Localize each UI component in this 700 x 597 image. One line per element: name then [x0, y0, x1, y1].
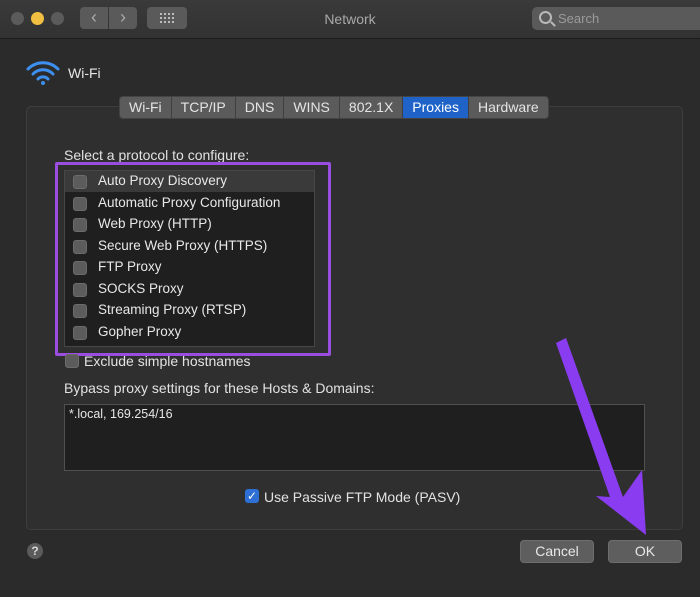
annotation-highlight-box	[55, 162, 331, 356]
tab-bar: Wi-Fi TCP/IP DNS WINS 802.1X Proxies Har…	[119, 96, 549, 119]
window-titlebar: ‹ › Network Search	[0, 0, 700, 39]
tab-hardware[interactable]: Hardware	[469, 97, 548, 118]
protocol-list-label: Select a protocol to configure:	[64, 147, 250, 163]
help-button[interactable]: ?	[27, 543, 43, 559]
tab-wins[interactable]: WINS	[284, 97, 340, 118]
ok-button[interactable]: OK	[608, 540, 682, 563]
cancel-button[interactable]: Cancel	[520, 540, 594, 563]
bypass-hosts-value: *.local, 169.254/16	[69, 407, 173, 421]
search-icon	[539, 11, 552, 24]
pasv-checkbox[interactable]: ✓	[245, 489, 259, 503]
tab-tcpip[interactable]: TCP/IP	[172, 97, 236, 118]
exclude-hostnames-checkbox[interactable]	[65, 354, 79, 368]
exclude-hostnames-label: Exclude simple hostnames	[84, 353, 251, 369]
tab-wifi[interactable]: Wi-Fi	[120, 97, 172, 118]
bypass-label: Bypass proxy settings for these Hosts & …	[64, 380, 375, 396]
search-placeholder: Search	[558, 11, 600, 26]
bypass-hosts-field[interactable]: *.local, 169.254/16	[64, 404, 645, 471]
search-input[interactable]: Search	[532, 7, 700, 30]
wifi-icon	[26, 61, 60, 85]
tab-proxies[interactable]: Proxies	[403, 97, 469, 118]
tab-8021x[interactable]: 802.1X	[340, 97, 404, 118]
interface-name: Wi-Fi	[68, 65, 101, 81]
pasv-label: Use Passive FTP Mode (PASV)	[264, 489, 461, 505]
tab-dns[interactable]: DNS	[236, 97, 285, 118]
